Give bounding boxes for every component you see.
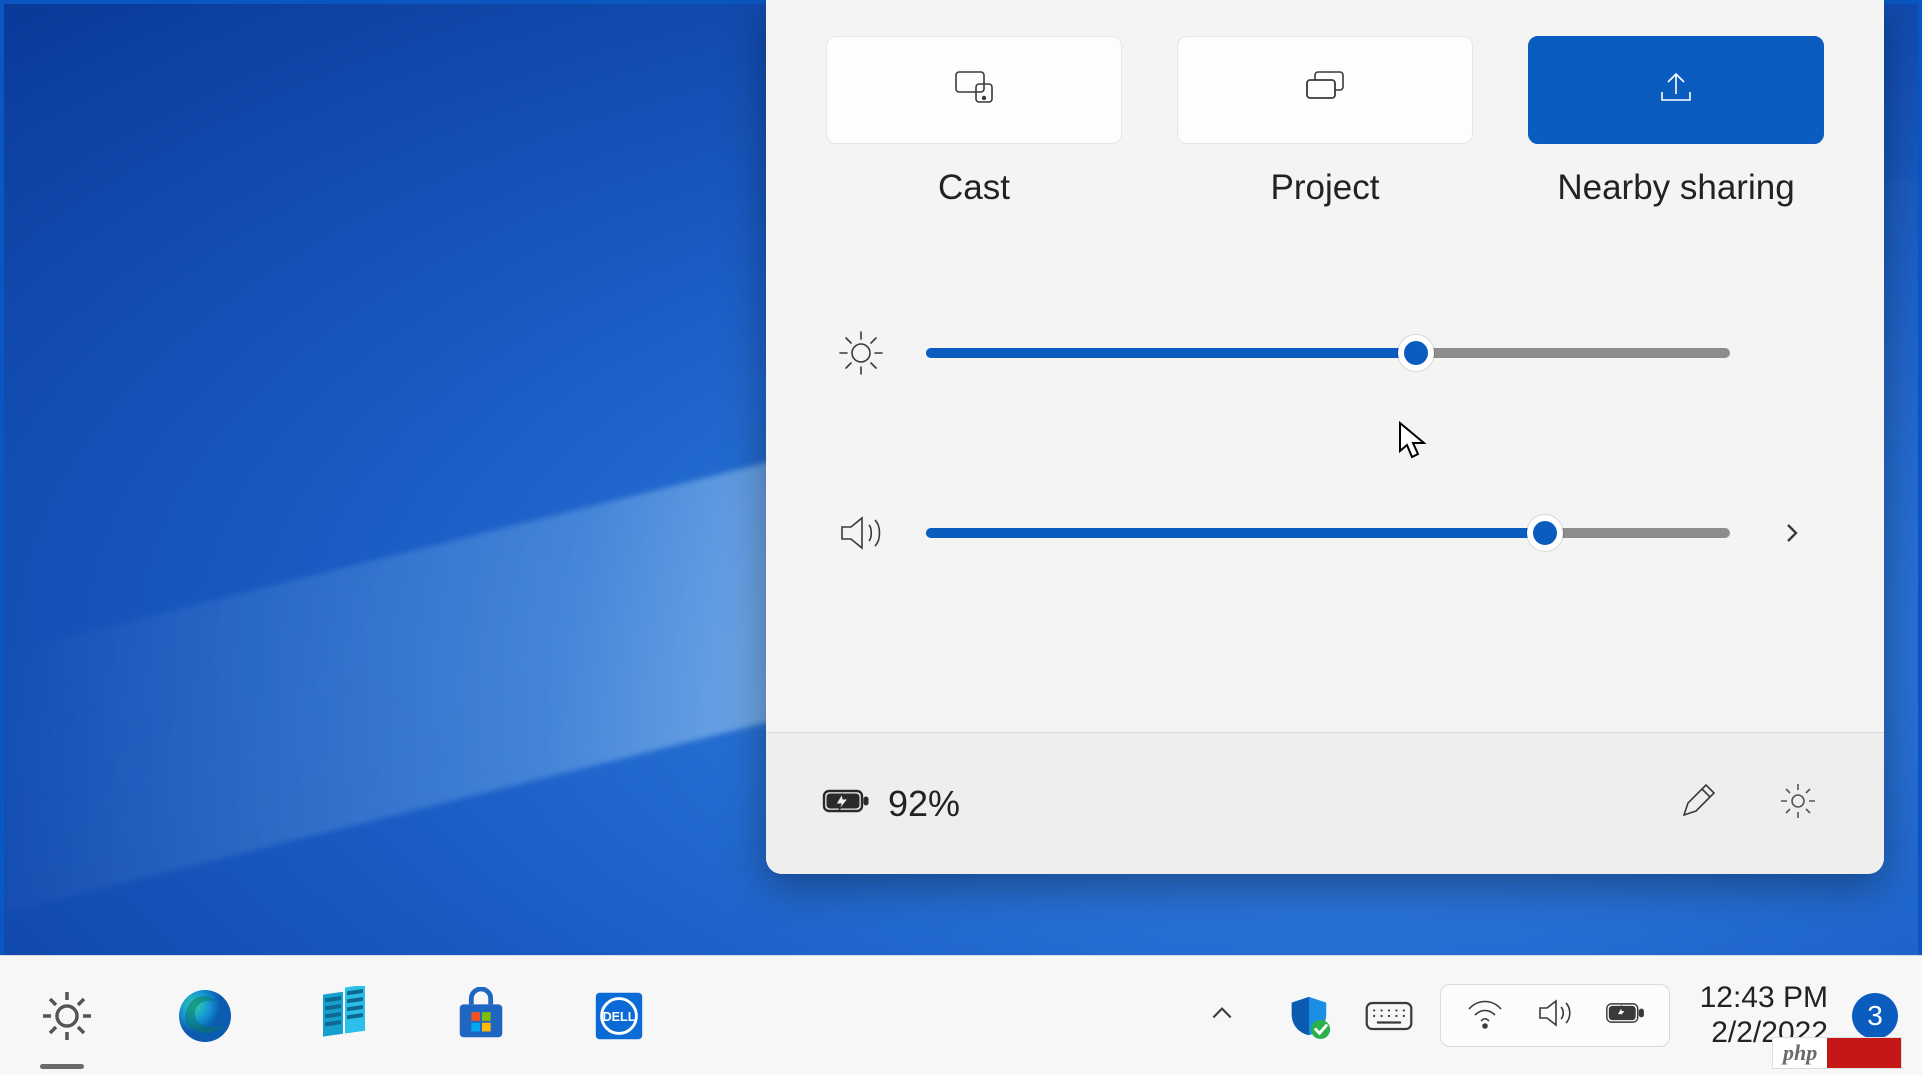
project-tile[interactable]	[1177, 36, 1473, 144]
watermark-badge: php	[1772, 1037, 1902, 1069]
quick-settings-panel: Cast Project Nearby sharing 61	[766, 0, 1884, 874]
project-label: Project	[1271, 168, 1380, 208]
cast-icon	[950, 68, 998, 113]
taskbar-server-manager-app[interactable]	[304, 977, 382, 1055]
tray-overflow-button[interactable]	[1194, 988, 1250, 1044]
quick-action-nearby-sharing: Nearby sharing	[1528, 36, 1824, 208]
edit-quick-settings-button[interactable]	[1668, 774, 1728, 834]
brightness-slider-thumb[interactable]	[1398, 335, 1434, 371]
nearby-sharing-tile[interactable]	[1528, 36, 1824, 144]
battery-tray-icon	[1605, 993, 1645, 1038]
volume-slider-thumb[interactable]	[1527, 515, 1563, 551]
taskbar: DELL 12:43 PM 2/2/2022 3	[0, 955, 1922, 1075]
quick-actions-row: Cast Project Nearby sharing	[766, 0, 1884, 208]
brightness-slider-row	[766, 328, 1884, 378]
pencil-icon	[1678, 781, 1718, 826]
taskbar-active-indicator	[40, 1064, 84, 1069]
chevron-up-icon	[1209, 1000, 1235, 1031]
share-icon	[1652, 68, 1700, 113]
taskbar-edge-app[interactable]	[166, 977, 244, 1055]
taskbar-pinned-apps: DELL	[0, 977, 658, 1055]
quick-settings-footer: 92%	[766, 732, 1884, 874]
wifi-icon	[1465, 993, 1505, 1038]
battery-percent: 92%	[888, 783, 960, 825]
volume-slider-row	[766, 508, 1884, 558]
notification-center-button[interactable]: 3	[1852, 993, 1898, 1039]
speaker-icon	[1535, 993, 1575, 1038]
quick-action-cast: Cast	[826, 36, 1122, 208]
quick-action-project: Project	[1177, 36, 1473, 208]
brightness-slider[interactable]	[926, 348, 1730, 358]
svg-text:DELL: DELL	[603, 1009, 636, 1023]
volume-icon	[836, 508, 886, 558]
tray-windows-security[interactable]	[1280, 987, 1338, 1045]
project-icon	[1301, 68, 1349, 113]
watermark-text: php	[1773, 1040, 1827, 1066]
brightness-icon	[836, 328, 886, 378]
tray-input-indicator[interactable]	[1360, 987, 1418, 1045]
tray-network-volume-battery[interactable]	[1440, 984, 1670, 1047]
clock-time: 12:43 PM	[1700, 981, 1828, 1016]
open-settings-button[interactable]	[1768, 774, 1828, 834]
volume-output-chevron[interactable]	[1770, 511, 1814, 555]
taskbar-microsoft-store-app[interactable]	[442, 977, 520, 1055]
battery-status[interactable]: 92%	[822, 783, 960, 825]
cast-tile[interactable]	[826, 36, 1122, 144]
taskbar-dell-app[interactable]: DELL	[580, 977, 658, 1055]
cast-label: Cast	[938, 168, 1010, 208]
taskbar-settings-app[interactable]	[28, 977, 106, 1055]
volume-slider[interactable]	[926, 528, 1730, 538]
gear-icon	[1778, 781, 1818, 826]
nearby-sharing-label: Nearby sharing	[1557, 168, 1794, 208]
battery-icon	[822, 785, 870, 822]
